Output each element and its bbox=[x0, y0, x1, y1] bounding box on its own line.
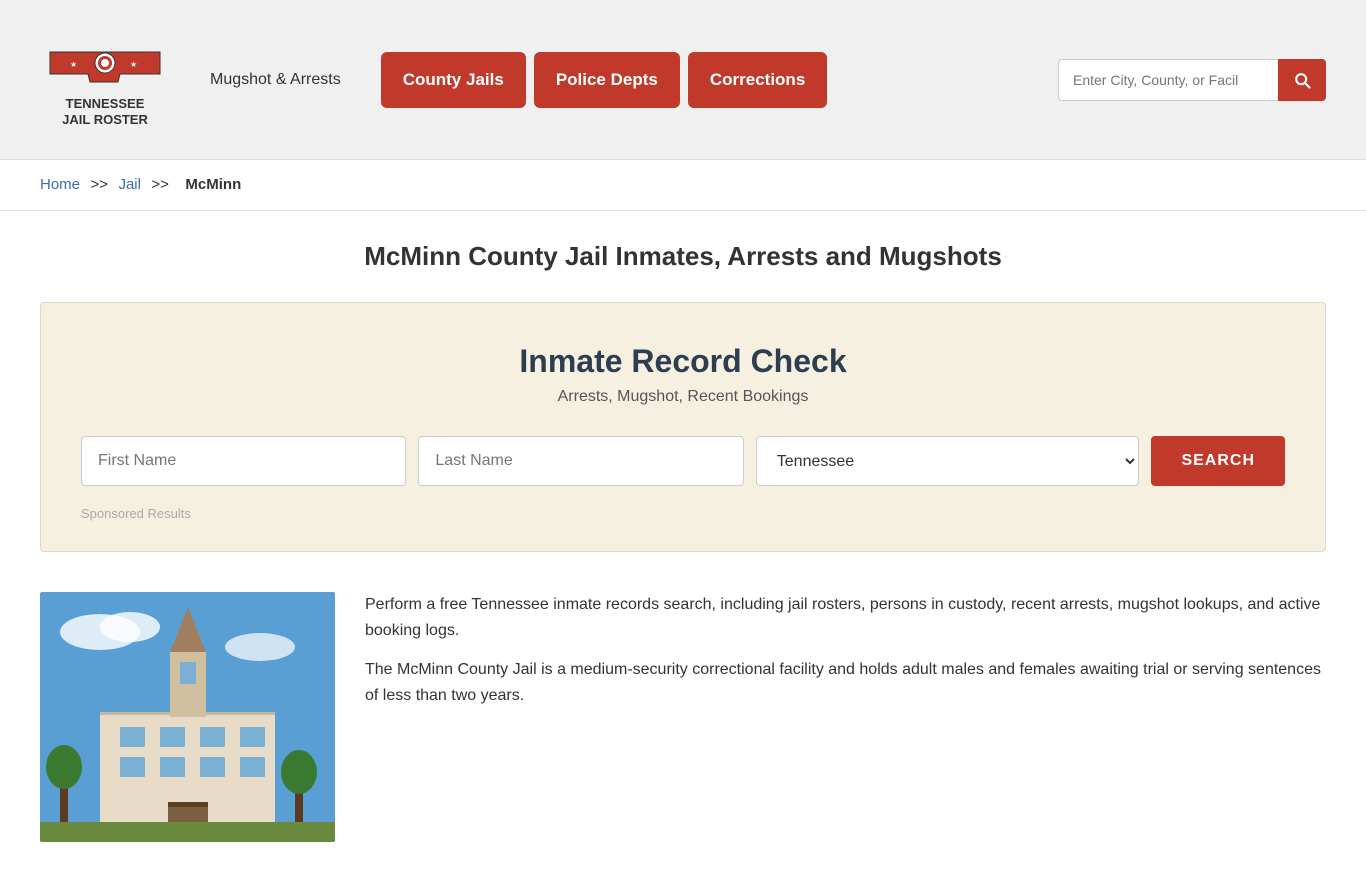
record-search-row: Tennessee SEARCH bbox=[81, 436, 1285, 486]
mugshot-arrests-link[interactable]: Mugshot & Arrests bbox=[210, 71, 341, 89]
main-content: McMinn County Jail Inmates, Arrests and … bbox=[0, 211, 1366, 872]
building-svg bbox=[40, 592, 335, 842]
svg-text:★: ★ bbox=[130, 60, 137, 69]
header-search-area bbox=[1058, 59, 1326, 101]
state-select[interactable]: Tennessee bbox=[756, 436, 1140, 486]
corrections-button[interactable]: Corrections bbox=[688, 52, 827, 108]
sponsored-label: Sponsored Results bbox=[81, 506, 1285, 521]
police-depts-button[interactable]: Police Depts bbox=[534, 52, 680, 108]
description-text: Perform a free Tennessee inmate records … bbox=[365, 592, 1326, 722]
breadcrumb-jail[interactable]: Jail bbox=[118, 176, 141, 193]
site-header: ★ ★ TENNESSEE JAIL ROSTER Mugshot & Arre… bbox=[0, 0, 1366, 160]
first-name-input[interactable] bbox=[81, 436, 406, 486]
breadcrumb-sep1: >> bbox=[90, 176, 108, 193]
breadcrumb: Home >> Jail >> McMinn bbox=[0, 160, 1366, 211]
header-search-button[interactable] bbox=[1278, 59, 1326, 101]
nav-buttons: County Jails Police Depts Corrections bbox=[381, 52, 828, 108]
last-name-input[interactable] bbox=[418, 436, 743, 486]
logo-icon: ★ ★ bbox=[40, 32, 170, 92]
inmate-record-check-box: Inmate Record Check Arrests, Mugshot, Re… bbox=[40, 302, 1326, 552]
breadcrumb-current: McMinn bbox=[185, 176, 241, 193]
record-check-subtitle: Arrests, Mugshot, Recent Bookings bbox=[81, 388, 1285, 406]
description-para2: The McMinn County Jail is a medium-secur… bbox=[365, 657, 1326, 708]
breadcrumb-home[interactable]: Home bbox=[40, 176, 80, 193]
search-icon bbox=[1292, 70, 1312, 90]
building-image bbox=[40, 592, 335, 842]
description-para1: Perform a free Tennessee inmate records … bbox=[365, 592, 1326, 643]
header-search-input[interactable] bbox=[1058, 59, 1278, 101]
record-check-title: Inmate Record Check bbox=[81, 343, 1285, 380]
logo-area: ★ ★ TENNESSEE JAIL ROSTER bbox=[40, 32, 170, 127]
logo-text: TENNESSEE JAIL ROSTER bbox=[62, 96, 148, 127]
breadcrumb-sep2: >> bbox=[151, 176, 169, 193]
svg-text:★: ★ bbox=[70, 60, 77, 69]
bottom-section: Perform a free Tennessee inmate records … bbox=[40, 592, 1326, 842]
page-title: McMinn County Jail Inmates, Arrests and … bbox=[40, 241, 1326, 272]
record-search-button[interactable]: SEARCH bbox=[1151, 436, 1285, 486]
county-jails-button[interactable]: County Jails bbox=[381, 52, 526, 108]
